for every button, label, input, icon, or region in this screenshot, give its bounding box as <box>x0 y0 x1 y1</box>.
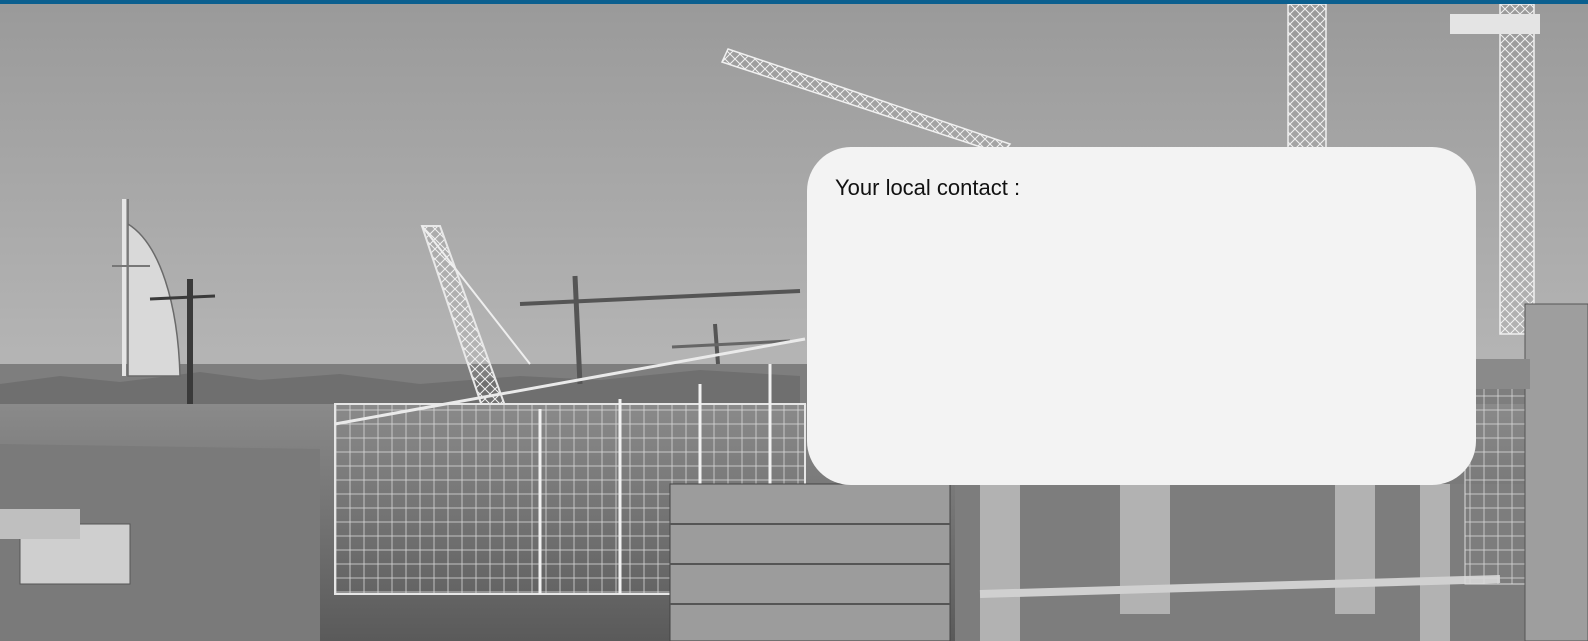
local-contact-card: Your local contact : <box>807 147 1476 485</box>
top-accent-bar <box>0 0 1588 4</box>
local-contact-label: Your local contact : <box>835 175 1021 200</box>
